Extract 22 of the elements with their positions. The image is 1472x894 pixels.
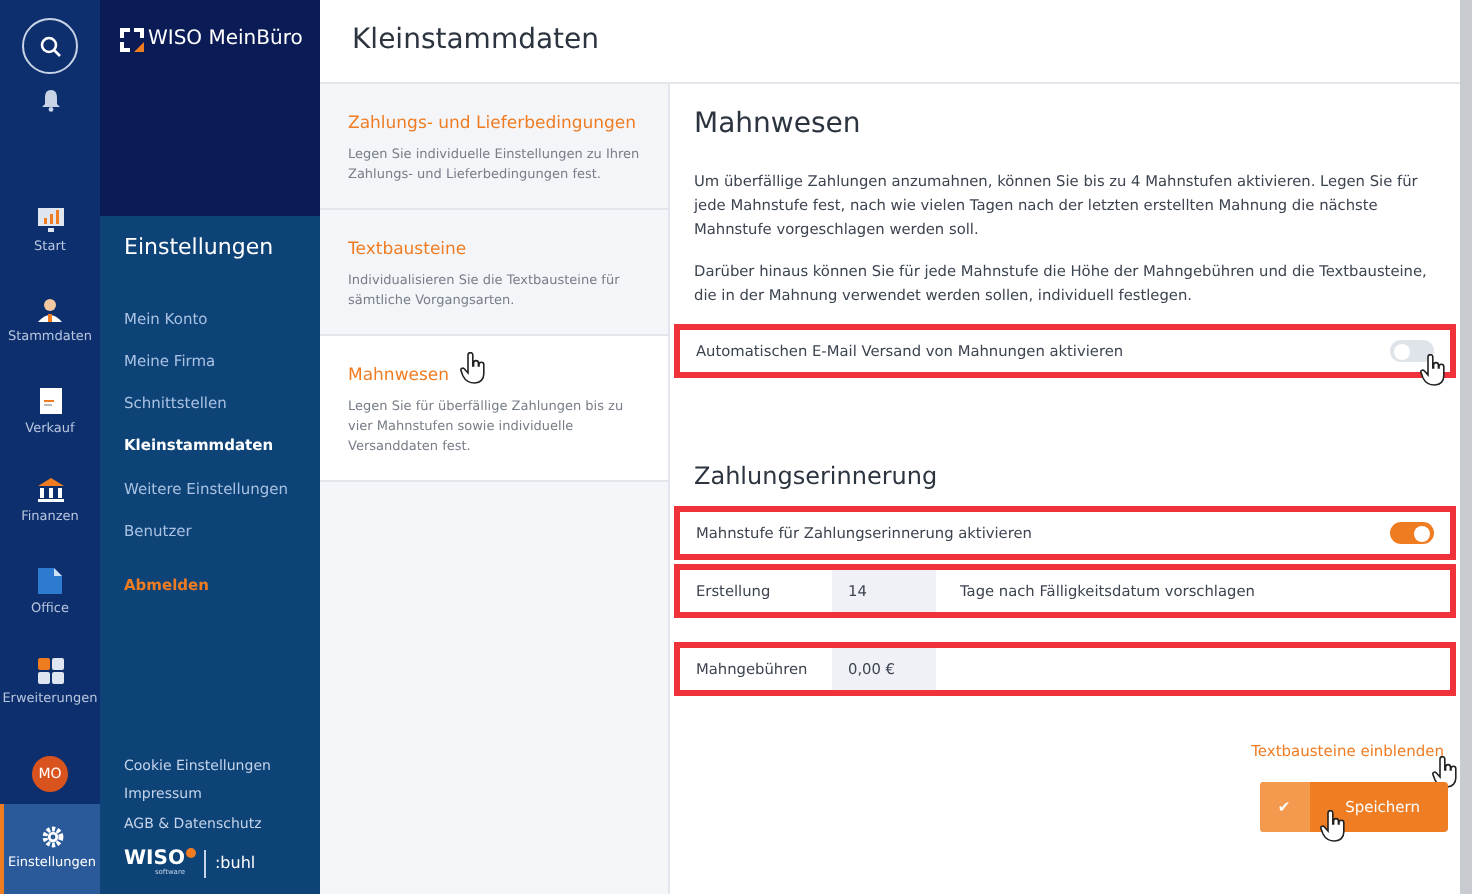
person-icon — [38, 298, 62, 323]
buhl-logo: :buhl — [214, 852, 256, 876]
chart-icon — [37, 208, 63, 233]
bell-icon[interactable] — [41, 90, 59, 112]
toggle-switch[interactable] — [1390, 340, 1434, 363]
toggle-switch[interactable] — [1390, 522, 1434, 545]
hand-cursor-icon — [1420, 354, 1448, 387]
sidebar-title: Einstellungen — [124, 232, 276, 264]
scrollbar[interactable] — [1460, 0, 1472, 894]
search-icon — [39, 35, 61, 57]
logo-icon — [120, 27, 144, 51]
bank-icon — [37, 478, 63, 503]
tiles-icon — [37, 657, 63, 684]
document-icon — [39, 387, 61, 414]
hand-cursor-icon — [460, 351, 488, 384]
section-heading: Mahnwesen — [692, 106, 863, 144]
folder-icon — [38, 567, 62, 594]
gear-icon — [41, 825, 63, 848]
brand-name: WISO MeinBüro — [148, 26, 303, 54]
section-heading: Zahlungserinnerung — [692, 460, 940, 495]
search-button[interactable] — [22, 18, 78, 74]
hand-cursor-icon — [1319, 810, 1348, 843]
